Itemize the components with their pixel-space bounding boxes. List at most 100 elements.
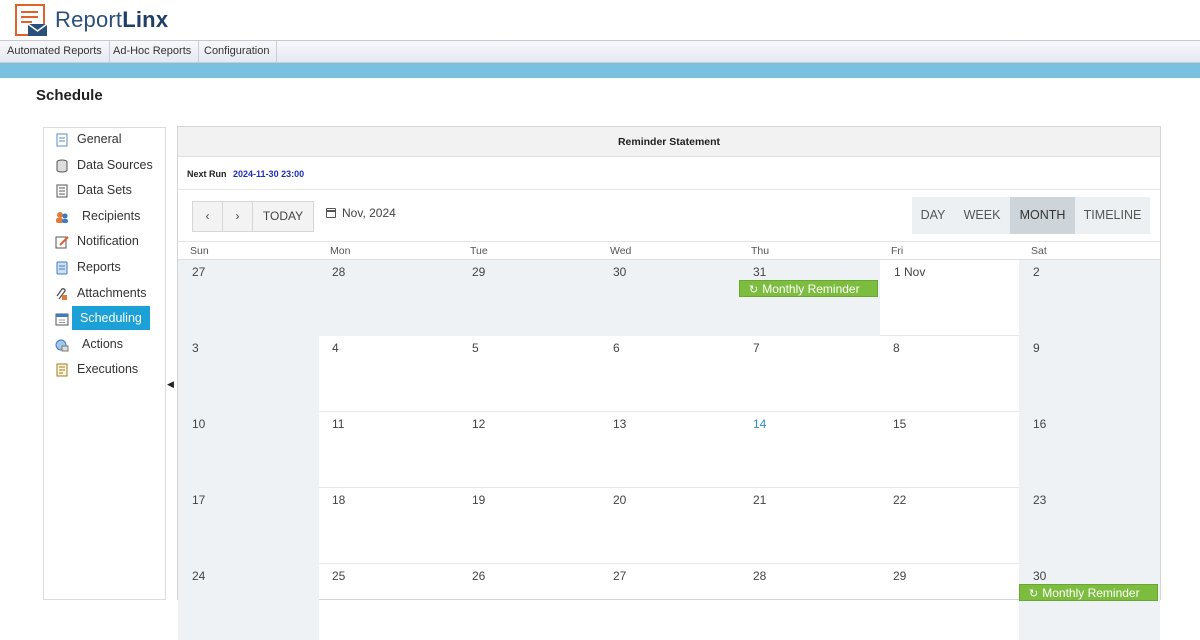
calendar-day[interactable]: 7: [739, 336, 880, 412]
day-number: 21: [753, 493, 767, 507]
sidebar-item-actions[interactable]: Actions: [44, 333, 166, 357]
sidebar-item-recipients[interactable]: Recipients: [44, 205, 166, 229]
day-number: 6: [613, 341, 620, 355]
calendar-week: 27 28 29 30 31 ↻ Monthly Reminder 1 Nov 2: [178, 260, 1160, 336]
prev-button[interactable]: ‹: [193, 202, 223, 231]
weekday-label: Fri: [891, 245, 904, 257]
calendar-day[interactable]: 31 ↻ Monthly Reminder: [739, 260, 880, 336]
calendar-day[interactable]: 26: [458, 564, 599, 640]
day-number: 1 Nov: [894, 265, 926, 279]
calendar-week: 3 4 5 6 7 8 9: [178, 336, 1160, 412]
view-timeline-button[interactable]: TIMELINE: [1075, 197, 1150, 234]
recipients-icon: [56, 211, 68, 223]
today-button[interactable]: TODAY: [253, 202, 313, 231]
calendar-day[interactable]: 21: [739, 488, 880, 564]
calendar-day[interactable]: 16: [1019, 412, 1160, 488]
day-number: 3: [192, 341, 199, 355]
day-number: 31: [753, 265, 767, 279]
calendar-day[interactable]: 30 ↻ Monthly Reminder: [1019, 564, 1160, 640]
sidebar-item-attachments[interactable]: Attachments: [44, 282, 166, 306]
calendar-day[interactable]: 15: [879, 412, 1020, 488]
sidebar-item-general[interactable]: General: [44, 128, 166, 152]
calendar-day[interactable]: 8: [879, 336, 1020, 412]
sidebar-item-label: Data Sources: [77, 157, 153, 172]
calendar-day[interactable]: 18: [318, 488, 459, 564]
weekday-header: Sun Mon Tue Wed Thu Fri Sat: [178, 241, 1160, 260]
calendar-day[interactable]: 9: [1019, 336, 1160, 412]
calendar-day[interactable]: 28: [318, 260, 459, 336]
calendar-day[interactable]: 29: [458, 260, 599, 336]
calendar-day[interactable]: 1 Nov: [879, 260, 1020, 336]
day-number: 13: [613, 417, 627, 431]
sidebar-item-executions[interactable]: Executions: [44, 358, 166, 382]
menu-configuration[interactable]: Configuration: [197, 41, 278, 63]
view-week-button[interactable]: WEEK: [954, 197, 1010, 234]
day-number: 23: [1033, 493, 1047, 507]
top-header: ReportLinx: [0, 0, 1200, 41]
calendar-day[interactable]: 13: [599, 412, 740, 488]
calendar-day[interactable]: 27: [599, 564, 740, 640]
sidebar-item-label: Executions: [77, 362, 139, 377]
calendar-icon: [326, 208, 336, 218]
calendar-event[interactable]: ↻ Monthly Reminder: [739, 280, 878, 297]
day-number: 4: [332, 341, 339, 355]
calendar-day[interactable]: 22: [879, 488, 1020, 564]
calendar-day[interactable]: 3: [178, 336, 319, 412]
calendar-day[interactable]: 10: [178, 412, 319, 488]
day-number: 20: [613, 493, 627, 507]
calendar-day[interactable]: 2: [1019, 260, 1160, 336]
calendar-day[interactable]: 11: [318, 412, 459, 488]
sidebar-item-data-sources[interactable]: Data Sources: [44, 154, 166, 178]
sidebar: General Data Sources Data Sets Recipient…: [43, 127, 166, 600]
view-switcher: DAY WEEK MONTH TIMELINE: [912, 197, 1150, 234]
calendar-day[interactable]: 27: [178, 260, 319, 336]
brand-name[interactable]: ReportLinx: [55, 7, 168, 33]
day-number: 7: [753, 341, 760, 355]
calendar-day[interactable]: 17: [178, 488, 319, 564]
next-run-label: Next Run: [187, 169, 227, 179]
next-button[interactable]: ›: [223, 202, 253, 231]
weekday-label: Thu: [751, 245, 770, 257]
sidebar-item-label: Notification: [77, 234, 139, 249]
sidebar-item-notification[interactable]: Notification: [44, 230, 166, 254]
calendar-week: 10 11 12 13 14 15 16: [178, 412, 1160, 488]
calendar-day[interactable]: 30: [599, 260, 740, 336]
calendar-day[interactable]: 12: [458, 412, 599, 488]
calendar-day[interactable]: 28: [739, 564, 880, 640]
view-day-button[interactable]: DAY: [912, 197, 954, 234]
weekday-label: Wed: [610, 245, 632, 257]
day-number: 27: [192, 265, 206, 279]
day-number: 28: [332, 265, 346, 279]
calendar-day-today[interactable]: 14: [739, 412, 880, 488]
calendar-day[interactable]: 5: [458, 336, 599, 412]
collapse-sidebar-icon[interactable]: ◀: [167, 379, 174, 390]
calendar-day[interactable]: 20: [599, 488, 740, 564]
sidebar-item-data-sets[interactable]: Data Sets: [44, 179, 166, 203]
view-month-button[interactable]: MONTH: [1010, 197, 1075, 234]
sidebar-item-label: Attachments: [77, 285, 147, 300]
event-label: Monthly Reminder: [1042, 586, 1140, 600]
notification-icon: [55, 236, 69, 249]
day-number: 24: [192, 569, 206, 583]
day-number: 12: [472, 417, 486, 431]
menu-adhoc-reports[interactable]: Ad-Hoc Reports: [106, 41, 200, 63]
current-period[interactable]: Nov, 2024: [326, 206, 396, 220]
sidebar-item-reports[interactable]: Reports: [44, 256, 166, 280]
calendar-event[interactable]: ↻ Monthly Reminder: [1019, 584, 1158, 601]
calendar-day[interactable]: 24: [178, 564, 319, 640]
day-number: 17: [192, 493, 206, 507]
sidebar-item-scheduling[interactable]: Scheduling: [44, 306, 166, 331]
calendar-day[interactable]: 4: [318, 336, 459, 412]
calendar-day[interactable]: 29: [879, 564, 1020, 640]
calendar-day[interactable]: 25: [318, 564, 459, 640]
event-label: Monthly Reminder: [762, 282, 860, 296]
calendar-day[interactable]: 19: [458, 488, 599, 564]
page-title: Schedule: [36, 87, 103, 104]
recurring-icon: ↻: [749, 284, 759, 296]
calendar-day[interactable]: 23: [1019, 488, 1160, 564]
calendar-day[interactable]: 6: [599, 336, 740, 412]
menu-automated-reports[interactable]: Automated Reports: [0, 41, 110, 63]
actions-icon: [55, 339, 69, 352]
reportlinx-logo-icon: [15, 4, 48, 36]
calendar-week: 24 25 26 27 28 29 30 ↻ Monthly Reminder: [178, 564, 1160, 640]
